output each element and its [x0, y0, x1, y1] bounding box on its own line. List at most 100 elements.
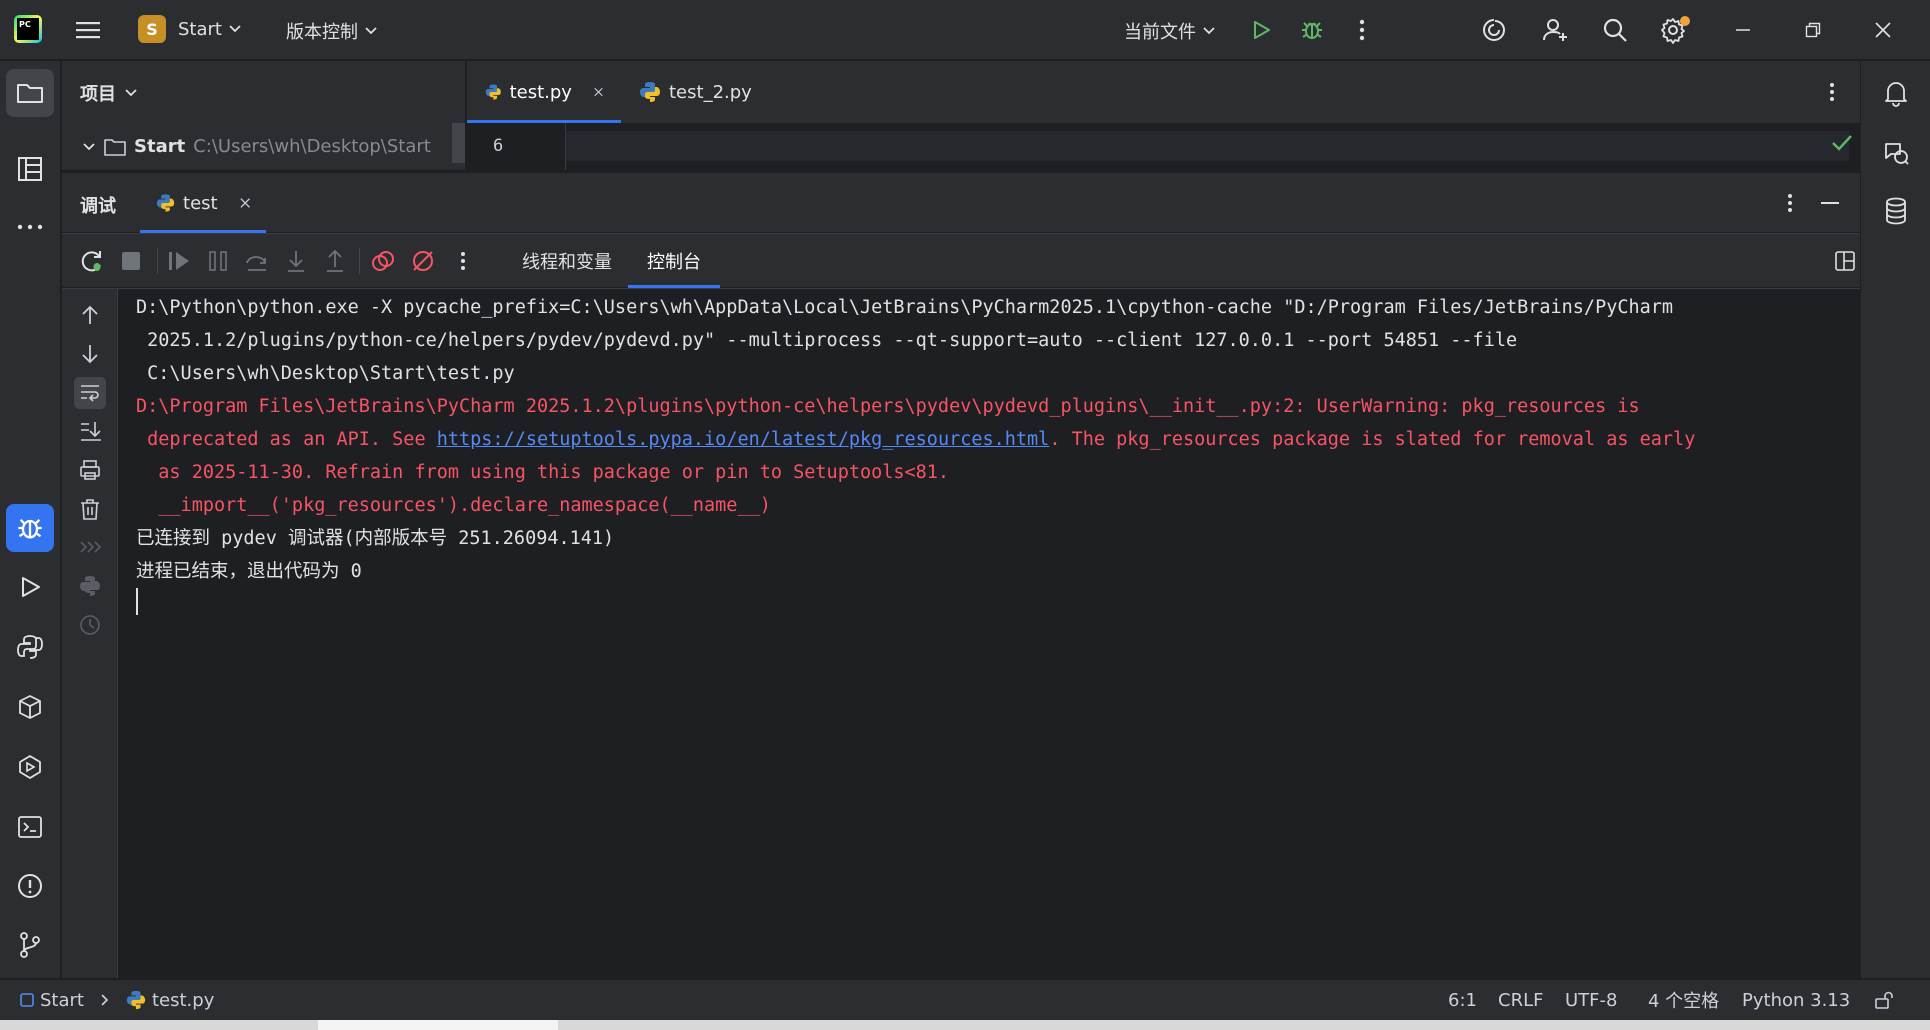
python-file-icon: [640, 82, 660, 102]
resume-button[interactable]: [164, 246, 194, 276]
debug-panel-options-button[interactable]: [1778, 191, 1802, 215]
clear-all-button[interactable]: [62, 498, 118, 520]
stop-button[interactable]: [116, 246, 146, 276]
step-into-button[interactable]: [281, 246, 311, 276]
step-out-button[interactable]: [320, 246, 350, 276]
add-user-button[interactable]: [1537, 12, 1573, 48]
line-ending-selector[interactable]: CRLF: [1498, 980, 1543, 1020]
services-button[interactable]: [6, 743, 54, 791]
run-tool-button[interactable]: [6, 563, 54, 611]
layout-settings-button[interactable]: [1834, 250, 1856, 272]
close-icon: [240, 198, 250, 208]
minimize-icon: [1821, 202, 1839, 204]
python-packages-button[interactable]: [6, 683, 54, 731]
restore-icon: [1805, 22, 1821, 38]
arrow-down-icon: [82, 345, 98, 364]
console-text: deprecated as an API. See: [136, 429, 437, 450]
history-button[interactable]: [62, 614, 118, 636]
ai-spiral-icon: [1483, 19, 1505, 41]
structure-icon: [18, 157, 42, 181]
horizontal-dots-icon: [17, 224, 43, 230]
tab-console[interactable]: 控制台: [628, 234, 720, 288]
git-branch-icon: [20, 932, 40, 958]
project-tool-button[interactable]: [6, 69, 54, 117]
chevron-down-icon: [229, 25, 241, 33]
debug-more-button[interactable]: [448, 246, 478, 276]
minimize-icon: [1736, 29, 1750, 31]
editor-tab-test-py[interactable]: test.py: [467, 61, 621, 123]
breadcrumb[interactable]: Start test.py: [20, 980, 214, 1020]
scroll-up-button[interactable]: [62, 305, 118, 325]
console-line-error: D:\Program Files\JetBrains\PyCharm 2025.…: [136, 396, 1640, 417]
caret-position[interactable]: 6:1: [1448, 980, 1477, 1020]
ai-chat-button[interactable]: [1876, 133, 1916, 173]
session-tab-label: test: [183, 192, 218, 214]
project-view-selector[interactable]: 项目: [80, 80, 138, 106]
warning-icon: [18, 874, 42, 898]
structure-tool-button[interactable]: [6, 145, 54, 193]
inspection-ok-icon[interactable]: [1831, 133, 1853, 153]
pause-button[interactable]: [203, 246, 233, 276]
step-over-button[interactable]: [242, 246, 272, 276]
settings-button[interactable]: [1655, 12, 1691, 48]
folder-icon: [17, 84, 43, 103]
project-switcher[interactable]: S Start: [138, 15, 242, 43]
tab-label: test.py: [509, 81, 572, 103]
rerun-debug-button[interactable]: [77, 246, 107, 276]
console-line-error: deprecated as an API. See https://setupt…: [136, 423, 1695, 456]
triple-chevron-icon: [80, 541, 101, 553]
code-editor[interactable]: 6: [466, 123, 1860, 170]
soft-wrap-button[interactable]: [62, 377, 118, 409]
debug-session-tab[interactable]: test: [140, 173, 266, 233]
pycharm-logo-icon[interactable]: PC: [14, 15, 42, 43]
run-config-selector[interactable]: 当前文件: [1124, 18, 1216, 44]
readonly-toggle[interactable]: [1874, 980, 1894, 1020]
minimize-button[interactable]: [1725, 12, 1761, 48]
notifications-button[interactable]: [1876, 73, 1916, 113]
console-line: 进程已结束，退出代码为 0: [136, 561, 362, 582]
more-tools-button[interactable]: [6, 203, 54, 251]
restore-button[interactable]: [1795, 12, 1831, 48]
terminal-button[interactable]: [6, 803, 54, 851]
run-button[interactable]: [1243, 12, 1279, 48]
console-output[interactable]: D:\Python\python.exe -X pycache_prefix=C…: [118, 288, 1860, 978]
close-icon: [594, 87, 603, 97]
editor-tabs-more-button[interactable]: [1819, 79, 1845, 105]
problems-button[interactable]: [6, 862, 54, 910]
database-button[interactable]: [1876, 191, 1916, 231]
close-window-button[interactable]: [1865, 12, 1901, 48]
python-console-button[interactable]: [6, 623, 54, 671]
view-breakpoints-button[interactable]: [368, 246, 398, 276]
main-menu-button[interactable]: [70, 12, 106, 48]
show-command-line-button[interactable]: [62, 539, 118, 555]
project-tree-root-row[interactable]: Start C:\Users\wh\Desktop\Start: [62, 123, 465, 170]
tab-threads-variables[interactable]: 线程和变量: [508, 234, 626, 288]
scroll-to-end-button[interactable]: [62, 420, 118, 442]
more-actions-button[interactable]: [1344, 12, 1380, 48]
git-button[interactable]: [6, 921, 54, 969]
search-button[interactable]: [1597, 12, 1633, 48]
console-link[interactable]: https://setuptools.pypa.io/en/latest/pkg…: [437, 429, 1050, 450]
add-user-icon: [1543, 19, 1567, 41]
interpreter-selector[interactable]: Python 3.13: [1742, 980, 1850, 1020]
debug-button[interactable]: [1294, 12, 1330, 48]
print-button[interactable]: [62, 459, 118, 481]
tree-root: Start C:\Users\wh\Desktop\Start: [82, 136, 431, 157]
editor-tab-test-2-py[interactable]: test_2.py: [621, 61, 771, 123]
arrow-up-icon: [82, 305, 98, 324]
breadcrumb-root: Start: [40, 989, 84, 1011]
services-icon: [19, 755, 41, 779]
python-prompt-button[interactable]: [62, 575, 118, 597]
ai-assistant-button[interactable]: [1476, 12, 1512, 48]
vcs-menu[interactable]: 版本控制: [286, 18, 378, 44]
mute-breakpoints-button[interactable]: [408, 246, 438, 276]
hide-panel-button[interactable]: [1818, 191, 1842, 215]
project-scrollbar[interactable]: [452, 123, 465, 163]
toolbar-separator: [359, 248, 360, 274]
scroll-down-button[interactable]: [62, 344, 118, 364]
encoding-selector[interactable]: UTF-8: [1565, 980, 1617, 1020]
layout-icon: [1835, 251, 1855, 271]
debug-tool-button[interactable]: [6, 504, 54, 552]
toolbar-separator: [157, 248, 158, 274]
indent-selector[interactable]: 4 个空格: [1648, 980, 1719, 1020]
